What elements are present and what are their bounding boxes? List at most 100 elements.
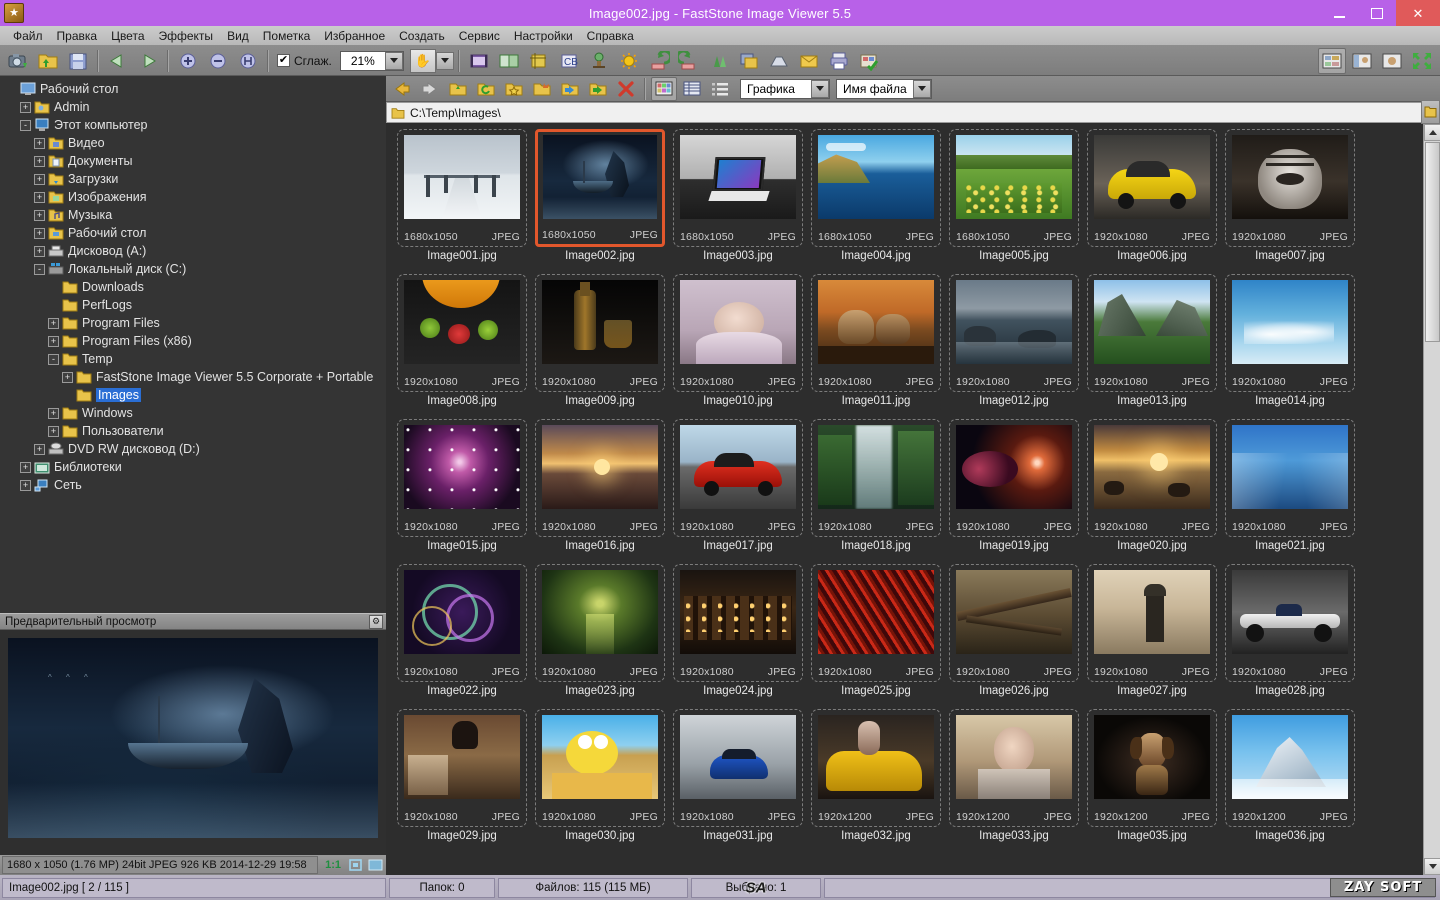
tree-collapse-icon[interactable]: - [20,120,31,131]
sort-dropdown-icon[interactable] [913,80,931,98]
thumbnail-cell[interactable]: 1920x1080JPEGImage028.jpg [1221,564,1359,709]
hand-tool-icon[interactable]: ✋ [410,49,436,73]
thumbnail-box[interactable]: 1920x1080JPEG [1087,419,1217,537]
tree-item-[interactable]: +Видео [2,134,386,152]
tree-item-a[interactable]: +Дисковод (A:) [2,242,386,260]
thumbnail-box[interactable]: 1920x1080JPEG [673,419,803,537]
fit-to-screen-icon[interactable] [366,857,384,873]
print-icon[interactable] [825,48,853,74]
back-icon[interactable] [389,77,415,101]
thumbnail-cell[interactable]: 1920x1080JPEGImage025.jpg [807,564,945,709]
thumbnail-cell[interactable]: 1920x1080JPEGImage013.jpg [1083,274,1221,419]
close-icon[interactable]: ✕ [1396,0,1440,26]
tree-expand-icon[interactable]: + [20,462,31,473]
thumbnail-cell[interactable]: 1920x1200JPEGImage036.jpg [1221,709,1359,854]
thumbnail-cell[interactable]: 1920x1080JPEGImage024.jpg [669,564,807,709]
tree-item-[interactable]: +Библиотеки [2,458,386,476]
add-to-favorites-icon[interactable] [501,77,527,101]
tree-item-dvd-rw-d[interactable]: +DVD RW дисковод (D:) [2,440,386,458]
thumbnail-box[interactable]: 1920x1080JPEG [535,419,665,537]
thumbnail-image[interactable] [956,570,1072,654]
thumbnail-cell[interactable]: 1920x1080JPEGImage030.jpg [531,709,669,854]
tree-expand-icon[interactable]: + [34,228,45,239]
thumbnail-cell[interactable]: 1920x1080JPEGImage011.jpg [807,274,945,419]
menu-tools[interactable]: Сервис [452,27,507,45]
thumbnail-image[interactable] [956,280,1072,364]
thumbnail-box-selected[interactable]: 1680x1050JPEG [535,129,665,247]
delete-icon[interactable] [613,77,639,101]
thumbnail-cell[interactable]: 1920x1080JPEGImage006.jpg [1083,129,1221,274]
zoom-in-icon[interactable] [174,48,202,74]
thumbnail-cell[interactable]: 1920x1080JPEGImage010.jpg [669,274,807,419]
thumbnail-image[interactable] [1094,425,1210,509]
thumbnail-image[interactable] [680,425,796,509]
tree-expand-icon[interactable]: + [62,372,73,383]
menu-edit[interactable]: Правка [50,27,105,45]
rotate-right-icon[interactable] [675,48,703,74]
thumbnail-box[interactable]: 1920x1080JPEG [811,274,941,392]
thumbnail-cell[interactable]: 1920x1200JPEGImage035.jpg [1083,709,1221,854]
thumbnail-cell[interactable]: 1920x1080JPEGImage012.jpg [945,274,1083,419]
tree-expand-icon[interactable]: + [34,174,45,185]
thumbnail-box[interactable]: 1920x1080JPEG [1225,129,1355,247]
thumbnail-cell[interactable]: 1680x1050JPEGImage002.jpg [531,129,669,274]
thumbnail-box[interactable]: 1920x1080JPEG [811,419,941,537]
preview-image[interactable]: ^ ^ ^ [8,638,378,838]
tree-collapse-icon[interactable]: - [34,264,45,275]
tree-expand-icon[interactable]: + [34,210,45,221]
menu-effects[interactable]: Эффекты [152,27,221,45]
sort-by-combo[interactable]: Имя файла [836,79,932,99]
thumbnail-image[interactable] [542,715,658,799]
clone-stamp-icon[interactable] [585,48,613,74]
tree-expand-icon[interactable]: + [20,480,31,491]
crop-board-icon[interactable] [525,48,553,74]
list-view-icon[interactable] [707,77,733,101]
thumbnail-cell[interactable]: 1920x1080JPEGImage015.jpg [393,419,531,564]
tree-item-images[interactable]: Images [2,386,386,404]
thumbnail-image[interactable] [542,425,658,509]
thumbnail-box[interactable]: 1680x1050JPEG [811,129,941,247]
move-to-folder-icon[interactable] [585,77,611,101]
thumbnail-cell[interactable]: 1920x1200JPEGImage033.jpg [945,709,1083,854]
thumbnail-box[interactable]: 1920x1080JPEG [673,709,803,827]
menu-view[interactable]: Вид [220,27,256,45]
tree-item-temp[interactable]: -Temp [2,350,386,368]
tree-item-[interactable]: +Загрузки [2,170,386,188]
thumbnail-cell[interactable]: 1680x1050JPEGImage001.jpg [393,129,531,274]
thumbnail-image[interactable] [404,280,520,364]
thumbnail-cell[interactable]: 1920x1080JPEGImage016.jpg [531,419,669,564]
tree-expand-icon[interactable]: + [34,444,45,455]
thumbnail-image[interactable] [818,280,934,364]
tree-item-[interactable]: +Музыка [2,206,386,224]
scroll-up-icon[interactable] [1424,124,1440,141]
thumbnail-cell[interactable]: 1920x1080JPEGImage022.jpg [393,564,531,709]
thumbnail-cell[interactable]: 1920x1080JPEGImage008.jpg [393,274,531,419]
zoom-dropdown-icon[interactable] [385,52,403,70]
open-folder-icon[interactable] [34,48,62,74]
fit-to-window-icon[interactable] [346,857,364,873]
tree-item-c[interactable]: -Локальный диск (C:) [2,260,386,278]
thumbnail-box[interactable]: 1920x1200JPEG [1087,709,1217,827]
smoothing-checkbox[interactable]: ✔ Сглаж. [277,54,332,68]
drop-shadow-icon[interactable] [735,48,763,74]
tree-expand-icon[interactable]: + [20,102,31,113]
maximize-icon[interactable] [1358,0,1396,26]
thumbnail-box[interactable]: 1920x1080JPEG [1087,129,1217,247]
tree-item-[interactable]: Рабочий стол [2,80,386,98]
tree-item-admin[interactable]: +Admin [2,98,386,116]
forward-icon[interactable] [417,77,443,101]
thumbnail-image[interactable] [1094,715,1210,799]
compare-images-icon[interactable] [495,48,523,74]
thumbnail-box[interactable]: 1920x1080JPEG [1087,274,1217,392]
scroll-thumb[interactable] [1425,142,1440,342]
menu-create[interactable]: Создать [392,27,452,45]
color-balance-icon[interactable]: CB [555,48,583,74]
scroll-down-icon[interactable] [1424,858,1440,875]
tree-item-program-files-x86[interactable]: +Program Files (x86) [2,332,386,350]
thumbnail-box[interactable]: 1920x1080JPEG [535,709,665,827]
thumbnail-image[interactable] [818,135,934,219]
thumbnail-box[interactable]: 1920x1080JPEG [949,564,1079,682]
actual-size-icon[interactable] [234,48,262,74]
menu-settings[interactable]: Настройки [507,27,580,45]
thumbnail-box[interactable]: 1920x1080JPEG [673,274,803,392]
